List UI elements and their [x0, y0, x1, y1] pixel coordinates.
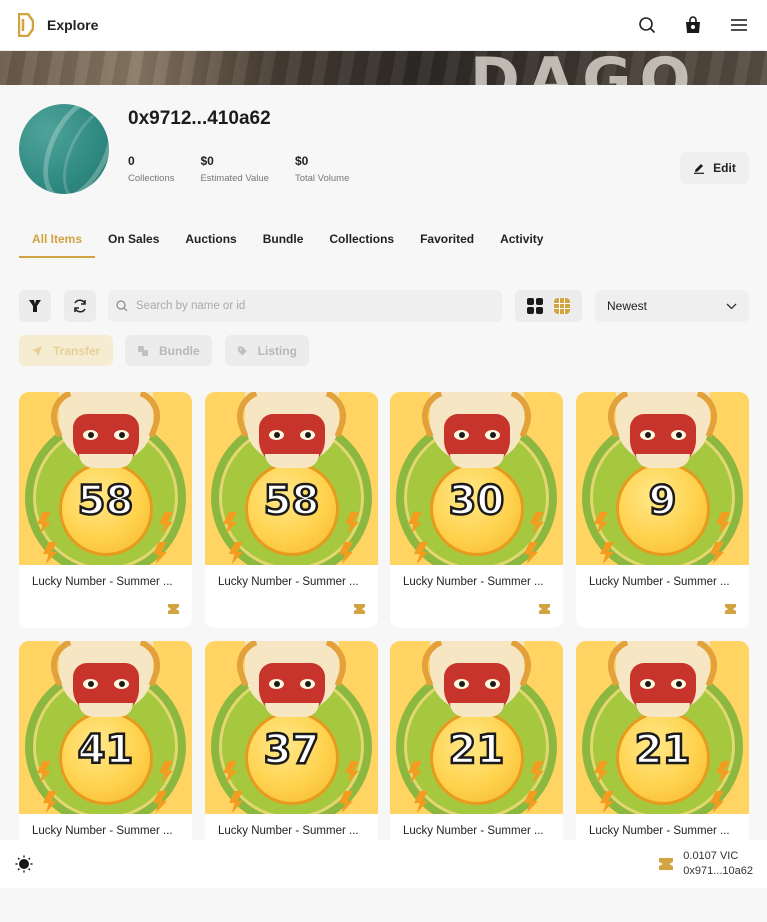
nft-number: 30 [447, 477, 505, 526]
stat-value: $0 [294, 154, 309, 168]
nft-name: Lucky Number - Summer ... [218, 825, 359, 837]
refresh-icon [74, 299, 86, 313]
nft-name: Lucky Number - Summer ... [32, 576, 173, 588]
nft-image[interactable]: 21 [576, 641, 749, 814]
nft-name: Lucky Number - Summer ... [218, 576, 359, 588]
profile-tabs: All Items On Sales Auctions Bundle Colle… [19, 232, 556, 258]
tab-collections[interactable]: Collections [316, 232, 407, 258]
nft-number: 9 [647, 477, 677, 526]
stat-label: Total Volume [294, 173, 350, 184]
wallet-short-address: 0x971...10a62 [683, 865, 753, 877]
stat-label: Collections [128, 173, 175, 184]
search-icon [116, 300, 128, 312]
tab-auctions[interactable]: Auctions [172, 232, 249, 258]
nft-image[interactable]: 30 [390, 392, 563, 565]
theme-toggle-icon[interactable] [14, 854, 34, 874]
sort-select[interactable]: Newest [595, 290, 749, 322]
nft-number: 58 [76, 477, 134, 526]
tab-bundle[interactable]: Bundle [250, 232, 317, 258]
nft-card[interactable]: 58 Lucky Number - Summer ... [205, 392, 378, 628]
wallet-address: 0x9712...410a62 [128, 108, 271, 129]
listing-label: Listing [257, 343, 297, 358]
nft-name: Lucky Number - Summer ... [32, 825, 173, 837]
chain-icon [539, 604, 550, 614]
nft-number: 21 [447, 726, 505, 775]
sort-value: Newest [607, 299, 648, 313]
nft-name: Lucky Number - Summer ... [403, 576, 544, 588]
nft-card[interactable]: 58 Lucky Number - Summer ... [19, 392, 192, 628]
listing-button[interactable]: Listing [225, 335, 309, 366]
stat-label: Estimated Value [200, 173, 269, 184]
bottom-bar: 0.0107 VIC 0x971...10a62 [0, 840, 767, 888]
nft-card[interactable]: 9 Lucky Number - Summer ... [576, 392, 749, 628]
nft-image[interactable]: 37 [205, 641, 378, 814]
stat-collections: 0 Collections [128, 154, 174, 184]
tag-icon [237, 346, 247, 355]
tab-all-items[interactable]: All Items [19, 232, 96, 258]
refresh-button[interactable] [64, 290, 96, 322]
nft-name: Lucky Number - Summer ... [589, 576, 730, 588]
nft-image[interactable]: 58 [205, 392, 378, 565]
chain-icon [168, 604, 179, 614]
edit-button-label: Edit [713, 161, 736, 175]
nft-image[interactable]: 41 [19, 641, 192, 814]
nft-name: Lucky Number - Summer ... [403, 825, 544, 837]
nft-card[interactable]: 30 Lucky Number - Summer ... [390, 392, 563, 628]
nft-name: Lucky Number - Summer ... [589, 825, 730, 837]
tab-favorited[interactable]: Favorited [407, 232, 487, 258]
banner-text: DAGO [470, 51, 699, 85]
wallet-summary[interactable]: 0.0107 VIC 0x971...10a62 [659, 849, 753, 879]
chain-icon [725, 604, 736, 614]
chain-icon [659, 858, 674, 870]
bundle-button[interactable]: Bundle [125, 335, 212, 366]
nft-number: 21 [633, 726, 691, 775]
view-toggle [515, 290, 582, 322]
nft-image[interactable]: 9 [576, 392, 749, 565]
logo-icon[interactable] [18, 13, 34, 37]
top-bar: Explore [0, 0, 767, 51]
pencil-icon [694, 164, 705, 174]
bag-icon[interactable] [683, 15, 703, 35]
stat-total-volume: $0 Total Volume [295, 154, 349, 184]
small-grid-icon[interactable] [554, 298, 571, 314]
edit-profile-button[interactable]: Edit [680, 152, 749, 184]
chain-icon [354, 604, 365, 614]
avatar [19, 104, 109, 194]
transfer-button[interactable]: Transfer [19, 335, 113, 366]
page-title: Explore [47, 17, 99, 33]
search-icon[interactable] [637, 15, 657, 35]
wallet-balance: 0.0107 VIC [683, 850, 739, 862]
nft-image[interactable]: 58 [19, 392, 192, 565]
search-box [108, 290, 502, 322]
menu-icon[interactable] [729, 15, 749, 35]
profile-banner: DAGO [0, 51, 767, 85]
stat-estimated-value: $0 Estimated Value [200, 154, 268, 184]
nft-number: 41 [76, 726, 134, 775]
filter-button[interactable] [19, 290, 51, 322]
tab-on-sales[interactable]: On Sales [95, 232, 172, 258]
large-grid-icon[interactable] [526, 298, 543, 314]
nft-number: 37 [262, 726, 320, 775]
transfer-label: Transfer [53, 343, 101, 358]
search-input[interactable] [136, 300, 476, 312]
nft-image[interactable]: 21 [390, 641, 563, 814]
profile-stats: 0 Collections $0 Estimated Value $0 Tota… [128, 154, 349, 184]
bundle-icon [138, 345, 148, 356]
chevron-down-icon [726, 303, 737, 309]
stat-value: $0 [200, 154, 214, 168]
bundle-label: Bundle [159, 343, 200, 358]
filter-icon [29, 300, 41, 312]
send-icon [32, 345, 42, 356]
tab-activity[interactable]: Activity [487, 232, 556, 258]
stat-value: 0 [128, 154, 135, 168]
nft-number: 58 [262, 477, 320, 526]
